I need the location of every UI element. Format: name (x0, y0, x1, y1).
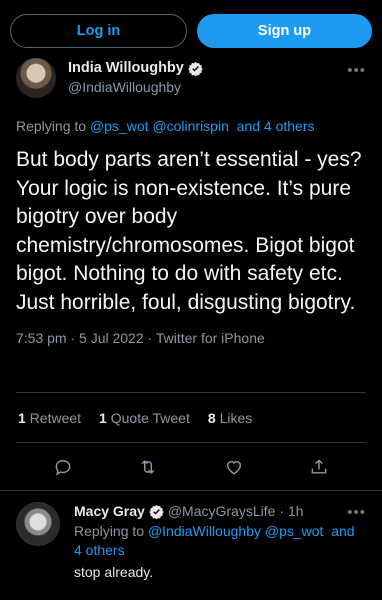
reply-author-handle[interactable]: @MacyGraysLife (168, 502, 276, 521)
replying-to-prefix: Replying to (74, 523, 145, 539)
more-options-icon[interactable]: ••• (347, 504, 366, 521)
author-name[interactable]: India Willoughby (68, 59, 184, 78)
reply-author-name[interactable]: Macy Gray (74, 502, 145, 521)
quotes-label: Quote Tweet (110, 410, 190, 426)
reply-tweet[interactable]: Macy Gray @MacyGraysLife · 1h Replying t… (16, 502, 366, 582)
divider (0, 490, 382, 491)
retweet-icon (141, 460, 155, 474)
tweet-stats: 1 Retweet 1 Quote Tweet 8 Likes (18, 410, 252, 426)
avatar[interactable] (16, 58, 56, 98)
replying-to-prefix: Replying to (16, 118, 87, 134)
replying-to: Replying to @ps_wot @colinrispin and 4 o… (16, 118, 366, 134)
like-button[interactable] (223, 456, 245, 478)
reply-replying-to: Replying to @IndiaWilloughby @ps_wot and… (74, 522, 364, 560)
action-bar (0, 456, 382, 478)
reply-content: Macy Gray @MacyGraysLife · 1h Replying t… (74, 502, 364, 582)
tweet-timestamp[interactable]: 7:53 pm · 5 Jul 2022 · Twitter for iPhon… (16, 330, 366, 346)
signup-button[interactable]: Sign up (197, 14, 372, 48)
more-options-icon[interactable]: ••• (347, 62, 366, 79)
reply-text: stop already. (74, 564, 154, 580)
main-tweet: India Willoughby @IndiaWilloughby ••• Re… (0, 56, 382, 346)
reply-time[interactable]: · 1h (279, 502, 303, 521)
retweets-count: 1 (18, 410, 26, 426)
quotes-count: 1 (99, 410, 107, 426)
author-name-row[interactable]: India Willoughby (68, 59, 203, 78)
like-icon (226, 461, 241, 475)
author-block: India Willoughby @IndiaWilloughby (68, 59, 203, 97)
replying-to-others[interactable]: and 4 others (237, 118, 315, 134)
replying-to-users[interactable]: @IndiaWilloughby @ps_wot (148, 523, 324, 539)
retweets-stat[interactable]: 1 Retweet (18, 410, 81, 426)
share-icon (311, 459, 327, 474)
tweet-text: But body parts aren’t essential - yes? Y… (16, 148, 362, 314)
verified-icon (149, 504, 164, 519)
replying-to-users[interactable]: @ps_wot @colinrispin (90, 118, 229, 134)
share-button[interactable] (308, 456, 330, 478)
author-handle[interactable]: @IndiaWilloughby (68, 78, 203, 97)
retweet-button[interactable] (137, 456, 159, 478)
divider (16, 392, 366, 393)
verified-icon (188, 61, 203, 76)
reply-icon (55, 460, 71, 476)
likes-count: 8 (207, 410, 216, 426)
login-button[interactable]: Log in (10, 14, 187, 48)
reply-header: Macy Gray @MacyGraysLife · 1h (74, 502, 364, 521)
tweet-header: India Willoughby @IndiaWilloughby (16, 56, 366, 100)
avatar[interactable] (16, 502, 60, 546)
quotes-stat[interactable]: 1 Quote Tweet (99, 410, 190, 426)
likes-label: Likes (219, 410, 253, 426)
divider (16, 442, 366, 443)
retweets-label: Retweet (29, 410, 82, 426)
likes-stat[interactable]: 8 Likes (208, 410, 252, 426)
reply-button[interactable] (52, 456, 74, 478)
auth-bar: Log in Sign up (10, 14, 372, 48)
